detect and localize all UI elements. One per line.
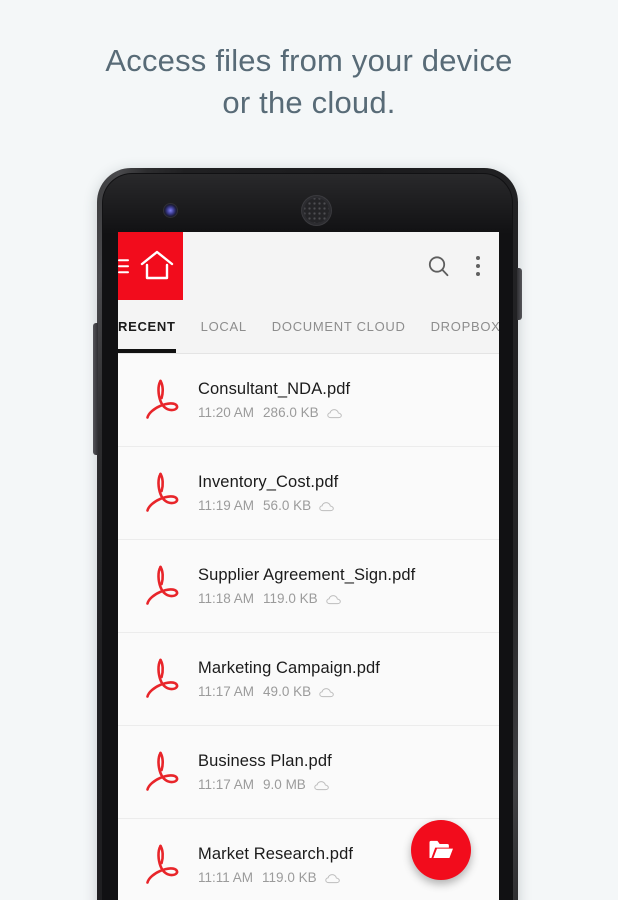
file-meta: Market Research.pdf 11:11 AM 119.0 KB: [198, 843, 353, 887]
tab-local-label: LOCAL: [200, 319, 247, 334]
cloud-icon: [326, 408, 342, 418]
file-meta: Marketing Campaign.pdf 11:17 AM 49.0 KB: [198, 657, 380, 701]
app-bar-spacer: [183, 232, 427, 300]
file-name: Marketing Campaign.pdf: [198, 659, 380, 677]
file-size: 286.0 KB: [263, 405, 319, 420]
app-bar-actions: [427, 232, 499, 300]
overflow-menu-button[interactable]: [476, 256, 480, 276]
file-subtitle: 11:17 AM 49.0 KB: [198, 683, 380, 701]
tab-recent[interactable]: RECENT: [118, 300, 176, 353]
file-time: 11:11 AM: [198, 870, 254, 885]
power-button[interactable]: [517, 268, 522, 320]
cloud-icon: [314, 780, 329, 790]
file-time: 11:20 AM: [198, 405, 255, 420]
file-meta: Business Plan.pdf 11:17 AM 9.0 MB: [198, 750, 332, 794]
tab-bar: RECENT LOCAL DOCUMENT CLOUD DROPBOX CR: [118, 300, 499, 354]
file-name: Inventory_Cost.pdf: [198, 473, 339, 491]
hamburger-icon[interactable]: [118, 255, 129, 277]
tab-recent-label: RECENT: [118, 319, 176, 334]
open-folder-icon: [429, 840, 453, 858]
file-list-item[interactable]: Marketing Campaign.pdf 11:17 AM 49.0 KB: [118, 633, 499, 726]
file-size: 56.0 KB: [263, 498, 312, 513]
file-subtitle: 11:18 AM 119.0 KB: [198, 590, 415, 608]
file-subtitle: 11:20 AM 286.0 KB: [198, 404, 350, 422]
pdf-file-icon: [146, 844, 179, 884]
file-name: Market Research.pdf: [198, 845, 354, 863]
search-button[interactable]: [427, 255, 450, 278]
camera-icon: [164, 204, 177, 217]
pdf-file-icon: [146, 751, 179, 791]
phone-device: RECENT LOCAL DOCUMENT CLOUD DROPBOX CR: [93, 168, 522, 900]
file-size: 9.0 MB: [263, 777, 306, 792]
tab-document-cloud-label: DOCUMENT CLOUD: [271, 319, 406, 334]
file-name: Consultant_NDA.pdf: [198, 380, 351, 398]
page-title-line-2: or the cloud.: [222, 85, 396, 120]
file-list-item[interactable]: Consultant_NDA.pdf 11:20 AM 286.0 KB: [118, 354, 499, 447]
file-list-item[interactable]: Supplier Agreement_Sign.pdf 11:18 AM 119…: [118, 540, 499, 633]
pdf-file-icon: [146, 658, 179, 698]
file-subtitle: 11:11 AM 119.0 KB: [198, 869, 353, 887]
file-subtitle: 11:17 AM 9.0 MB: [198, 776, 332, 794]
file-size: 119.0 KB: [263, 591, 318, 606]
file-time: 11:19 AM: [198, 498, 255, 513]
cloud-icon: [319, 501, 334, 511]
file-time: 11:17 AM: [198, 777, 255, 792]
file-meta: Consultant_NDA.pdf 11:20 AM 286.0 KB: [198, 378, 350, 422]
cloud-icon: [324, 873, 340, 883]
file-size: 119.0 KB: [262, 870, 317, 885]
home-button[interactable]: [118, 232, 183, 300]
page-title: Access files from your device or the clo…: [0, 40, 618, 124]
open-file-fab[interactable]: [411, 820, 471, 880]
file-time: 11:17 AM: [198, 684, 255, 699]
file-list-item[interactable]: Inventory_Cost.pdf 11:19 AM 56.0 KB: [118, 447, 499, 540]
tab-dropbox-label: DROPBOX: [430, 319, 499, 334]
pdf-file-icon: [146, 379, 179, 419]
home-icon: [140, 250, 174, 280]
file-list-item[interactable]: Business Plan.pdf 11:17 AM 9.0 MB: [118, 726, 499, 819]
pdf-file-icon: [146, 565, 179, 605]
file-meta: Supplier Agreement_Sign.pdf 11:18 AM 119…: [198, 564, 415, 608]
volume-button[interactable]: [93, 323, 98, 455]
speaker-grille-icon: [302, 196, 331, 225]
file-name: Supplier Agreement_Sign.pdf: [198, 566, 416, 584]
tab-dropbox[interactable]: DROPBOX: [431, 300, 499, 353]
file-time: 11:18 AM: [198, 591, 255, 606]
phone-screen: RECENT LOCAL DOCUMENT CLOUD DROPBOX CR: [118, 232, 499, 900]
file-name: Business Plan.pdf: [198, 752, 332, 770]
cloud-icon: [319, 687, 334, 697]
tab-document-cloud[interactable]: DOCUMENT CLOUD: [272, 300, 406, 353]
app-bar: [118, 232, 499, 300]
tab-local[interactable]: LOCAL: [201, 300, 247, 353]
search-icon: [428, 255, 449, 276]
pdf-file-icon: [146, 472, 179, 512]
file-list: Consultant_NDA.pdf 11:20 AM 286.0 KB Inv…: [118, 354, 499, 900]
cloud-icon: [325, 594, 341, 604]
file-subtitle: 11:19 AM 56.0 KB: [198, 497, 338, 515]
file-meta: Inventory_Cost.pdf 11:19 AM 56.0 KB: [198, 471, 338, 515]
page-title-line-1: Access files from your device: [105, 43, 513, 78]
more-vertical-icon: [476, 256, 480, 276]
file-size: 49.0 KB: [263, 684, 312, 699]
